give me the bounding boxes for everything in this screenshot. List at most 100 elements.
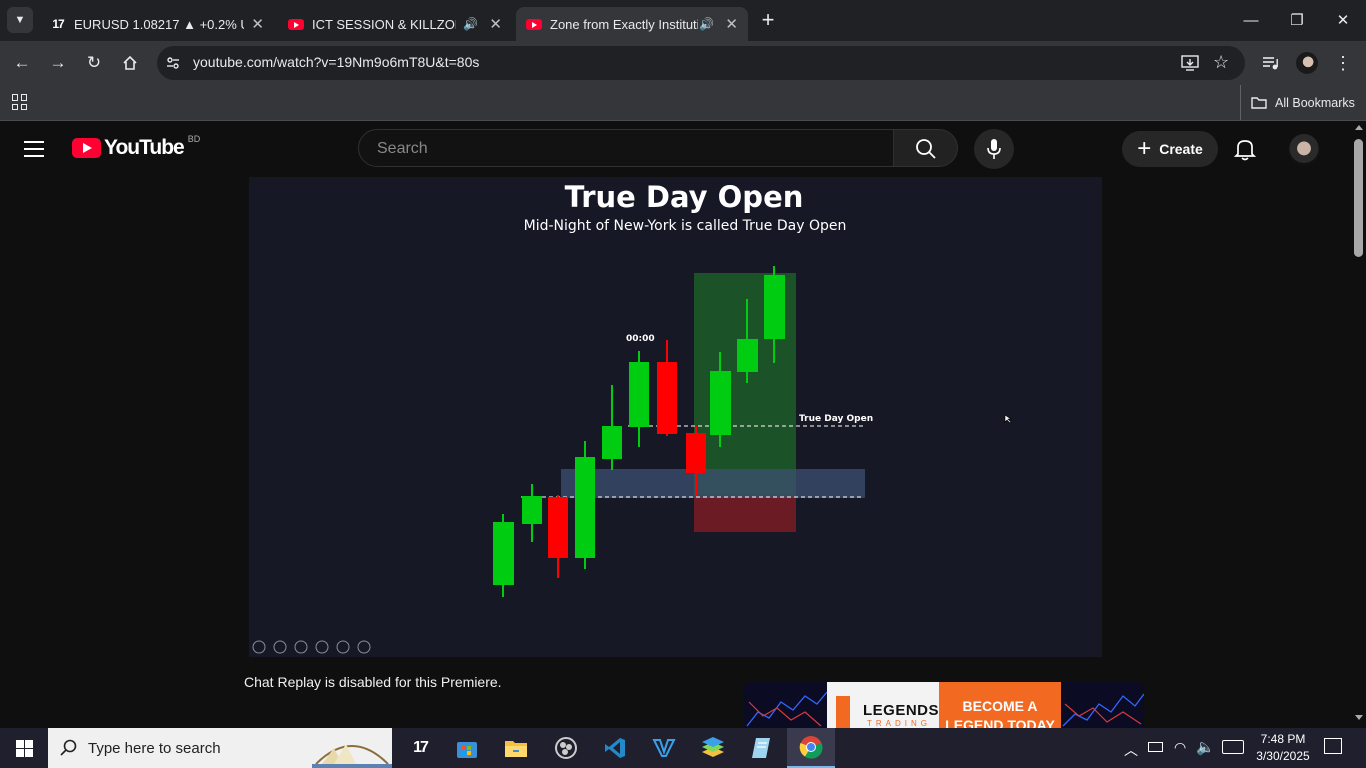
search-box: [358, 129, 894, 167]
taskbar-search-box[interactable]: Type here to search: [48, 728, 392, 768]
hamburger-icon: [24, 141, 44, 157]
store-icon: [457, 742, 477, 758]
chat-replay-message: Chat Replay is disabled for this Premier…: [244, 674, 502, 690]
youtube-play-icon: [72, 138, 101, 158]
tab-strip: ▼ 17 EURUSD 1.08217 ▲ +0.2% Unnamed ✕ IC…: [0, 0, 1366, 41]
candle: [737, 339, 758, 372]
tab-zone-from-institutional[interactable]: Zone from Exactly Institutional 🔊 ✕: [516, 7, 748, 41]
tab-search-button[interactable]: ▼: [7, 7, 33, 33]
star-bookmark-icon[interactable]: ☆: [1213, 52, 1229, 73]
search-button[interactable]: [894, 129, 958, 167]
taskbar-app-chrome[interactable]: [787, 728, 835, 768]
search-highlight-graphic: [312, 744, 392, 768]
speaker-icon[interactable]: 🔊: [463, 17, 478, 31]
page-scrollbar[interactable]: [1352, 121, 1366, 728]
notepad-icon: [752, 738, 770, 758]
keyboard-icon[interactable]: [1222, 740, 1244, 754]
taskbar-app-bluestacks[interactable]: [693, 732, 733, 764]
browser-toolbar: ← → ↻ youtube.com/watch?v=19Nm9o6mT8U&t=…: [0, 41, 1366, 85]
scroll-down-arrow[interactable]: [1355, 715, 1363, 720]
address-bar[interactable]: youtube.com/watch?v=19Nm9o6mT8U&t=80s ☆: [157, 46, 1245, 80]
ad-banner[interactable]: LEGENDS TRADING BECOME A LEGEND TODAY: [743, 682, 1144, 728]
url-text[interactable]: youtube.com/watch?v=19Nm9o6mT8U&t=80s: [193, 54, 479, 70]
media-controls-button[interactable]: [1259, 51, 1283, 75]
folder-icon: [505, 741, 527, 757]
taskbar-app-file-explorer[interactable]: [496, 732, 536, 764]
candle: [548, 497, 568, 558]
account-avatar[interactable]: [1288, 134, 1320, 166]
create-button[interactable]: + Create: [1122, 131, 1218, 167]
battery-icon[interactable]: [1148, 742, 1163, 752]
all-bookmarks-button[interactable]: All Bookmarks: [1240, 85, 1355, 120]
taskbar-app-vscode[interactable]: [595, 732, 635, 764]
candle: [657, 362, 677, 434]
search-icon: [916, 139, 936, 159]
youtube-icon: [526, 16, 542, 32]
candle: [710, 371, 731, 435]
taskbar-app-visual-studio[interactable]: [644, 732, 684, 764]
clock-time: 7:48 PM: [1260, 732, 1306, 746]
scroll-up-arrow[interactable]: [1355, 125, 1363, 130]
video-title: True Day Open: [565, 180, 804, 214]
taskbar-app-store[interactable]: [447, 732, 487, 764]
all-bookmarks-label: All Bookmarks: [1275, 95, 1355, 110]
apps-grid-icon[interactable]: [12, 94, 28, 110]
microphone-icon: [987, 139, 1001, 159]
folder-icon: [1251, 97, 1267, 109]
candle: [602, 426, 622, 459]
ad-chart-graphic: [743, 682, 1144, 728]
notifications-button[interactable]: [1233, 137, 1258, 161]
tab-title: Zone from Exactly Institutional: [550, 16, 698, 32]
forward-button[interactable]: →: [46, 51, 70, 75]
bluestacks-icon: [702, 737, 724, 757]
close-icon[interactable]: ✕: [725, 15, 738, 33]
new-tab-button[interactable]: +: [757, 7, 779, 32]
ad-cta: BECOME A LEGEND TODAY: [945, 698, 1055, 728]
notification-center-icon[interactable]: [1324, 738, 1342, 754]
visual-studio-icon: [652, 739, 676, 757]
start-button[interactable]: [0, 728, 48, 768]
site-info-icon[interactable]: [165, 55, 181, 71]
profile-avatar[interactable]: [1295, 51, 1319, 75]
scroll-thumb[interactable]: [1354, 139, 1363, 257]
taskbar-app-notepad[interactable]: [742, 732, 782, 764]
mouse-cursor-icon: [1004, 414, 1012, 424]
windows-logo-icon: [15, 739, 33, 757]
time-label: 00:00: [626, 334, 655, 344]
home-icon: [123, 55, 137, 70]
tradingview-icon: 17: [413, 739, 429, 756]
back-button[interactable]: ←: [10, 51, 34, 75]
country-code: BD: [187, 134, 201, 144]
chrome-menu-button[interactable]: ⋮: [1331, 51, 1355, 75]
video-player[interactable]: True Day Open Mid-Night of New-York is c…: [249, 177, 1102, 657]
youtube-logo[interactable]: YouTube BD: [72, 134, 201, 160]
clock[interactable]: 7:48 PM 3/30/2025: [1248, 731, 1318, 765]
network-icon[interactable]: ◠: [1174, 739, 1186, 756]
obs-icon: [555, 737, 577, 759]
tab-ict-session[interactable]: ICT SESSION & KILLZONES 🔊 ✕: [278, 7, 512, 41]
voice-search-button[interactable]: [974, 129, 1014, 169]
candle: [629, 362, 649, 427]
close-window-button[interactable]: ✕: [1320, 0, 1366, 40]
volume-icon[interactable]: 🔈: [1196, 738, 1215, 756]
restore-button[interactable]: ❐: [1274, 0, 1320, 40]
speaker-icon[interactable]: 🔊: [699, 17, 714, 31]
minimize-button[interactable]: —: [1228, 0, 1274, 40]
search-input[interactable]: [375, 139, 859, 159]
youtube-icon: [288, 16, 304, 32]
ad-brand-sub: TRADING: [867, 719, 931, 728]
video-subtitle: Mid-Night of New-York is called True Day…: [524, 218, 847, 234]
taskbar-app-tradingview[interactable]: 17: [400, 732, 440, 764]
youtube-wordmark: YouTube: [104, 136, 185, 159]
home-button[interactable]: [118, 51, 142, 75]
show-hidden-icons-button[interactable]: ︿: [1124, 740, 1138, 760]
close-icon[interactable]: ✕: [251, 15, 264, 33]
taskbar-app-obs[interactable]: [546, 732, 586, 764]
guide-menu-button[interactable]: [24, 139, 48, 159]
tab-tradingview[interactable]: 17 EURUSD 1.08217 ▲ +0.2% Unnamed ✕: [40, 7, 274, 41]
close-icon[interactable]: ✕: [489, 15, 502, 33]
install-app-icon[interactable]: [1181, 55, 1199, 71]
search-icon: [60, 739, 77, 756]
reload-button[interactable]: ↻: [82, 51, 106, 75]
chrome-icon: [799, 736, 823, 759]
